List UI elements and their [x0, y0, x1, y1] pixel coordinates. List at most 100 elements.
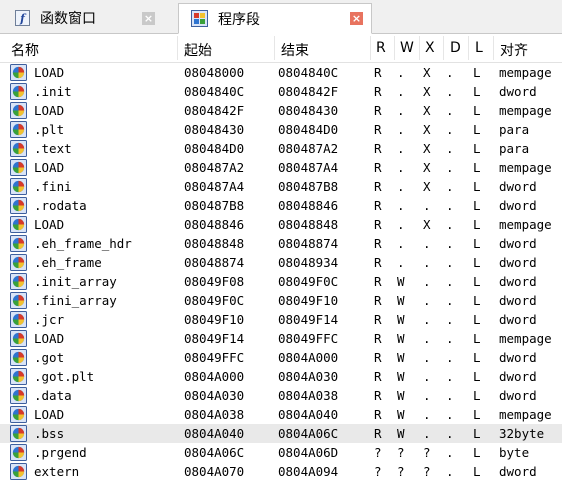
cell-start: 0804A038: [184, 407, 245, 422]
tab-segments[interactable]: 程序段 ×: [178, 3, 372, 34]
cell-d: .: [446, 369, 454, 384]
cell-end: 08049FFC: [278, 331, 339, 346]
column-header-end[interactable]: 结束: [281, 40, 309, 60]
column-divider[interactable]: [468, 36, 469, 60]
table-row[interactable]: .fini 080487A4 080487B8 R. X. Ldword: [0, 177, 562, 196]
cell-name: .data: [34, 388, 72, 403]
cell-d: .: [446, 179, 454, 194]
cell-start: 08048846: [184, 217, 245, 232]
column-header-name[interactable]: 名称: [11, 40, 39, 60]
cell-r: ?: [374, 445, 382, 460]
cell-d: .: [446, 350, 454, 365]
cell-l: L: [473, 103, 481, 118]
cell-start: 08049F10: [184, 312, 245, 327]
close-icon[interactable]: ×: [142, 11, 155, 25]
cell-x: .: [423, 369, 431, 384]
cell-start: 080487A2: [184, 160, 245, 175]
cell-end: 08048874: [278, 236, 339, 251]
segments-table: 名称 起始 结束 R W X D L 对齐 LOAD 08048000 080484…: [0, 34, 562, 481]
table-row[interactable]: .bss 0804A040 0804A06C R W.. L 32byte: [0, 424, 562, 443]
cell-d: .: [446, 65, 454, 80]
cell-d: .: [446, 464, 454, 479]
column-divider[interactable]: [177, 36, 178, 60]
cell-name: .eh_frame_hdr: [34, 236, 132, 251]
cell-end: 080484D0: [278, 122, 339, 137]
cell-align: dword: [499, 236, 537, 251]
column-header-r[interactable]: R: [376, 40, 386, 56]
cell-x: X: [423, 217, 431, 232]
table-row[interactable]: .fini_array 08049F0C 08049F10 R W.. Ldword: [0, 291, 562, 310]
table-row[interactable]: .jcr 08049F10 08049F14 R W.. Ldword: [0, 310, 562, 329]
cell-d: .: [446, 274, 454, 289]
column-header-d[interactable]: D: [450, 40, 461, 56]
cell-l: L: [473, 198, 481, 213]
column-divider[interactable]: [443, 36, 444, 60]
table-row[interactable]: LOAD 0804A038 0804A040 R W.. Lmempage: [0, 405, 562, 424]
cell-l: L: [473, 388, 481, 403]
cell-x: .: [423, 407, 431, 422]
table-row[interactable]: .init 0804840C 0804842F R. X. Ldword: [0, 82, 562, 101]
cell-name: .jcr: [34, 312, 65, 327]
tab-label: 程序段: [218, 11, 260, 28]
column-divider[interactable]: [370, 36, 371, 60]
cell-d: .: [446, 293, 454, 308]
table-row[interactable]: extern 0804A070 0804A094???. Ldword: [0, 462, 562, 481]
cell-end: 08048848: [278, 217, 339, 232]
cell-w: .: [397, 255, 405, 270]
column-divider[interactable]: [419, 36, 420, 60]
cell-name: .fini_array: [34, 293, 117, 308]
cell-align: dword: [499, 464, 537, 479]
cell-x: X: [423, 179, 431, 194]
cell-w: W: [397, 388, 405, 403]
column-divider[interactable]: [274, 36, 275, 60]
table-row[interactable]: LOAD 0804842F 08048430 R. X. Lmempage: [0, 101, 562, 120]
table-row[interactable]: .got.plt 0804A000 0804A030 R W.. Ldword: [0, 367, 562, 386]
table-row[interactable]: LOAD 08049F14 08049FFC R W.. Lmempage: [0, 329, 562, 348]
cell-w: W: [397, 331, 405, 346]
cell-name: .fini: [34, 179, 72, 194]
cell-name: .rodata: [34, 198, 87, 213]
cell-w: W: [397, 350, 405, 365]
cell-w: .: [397, 122, 405, 137]
close-icon[interactable]: ×: [350, 12, 363, 25]
column-divider[interactable]: [394, 36, 395, 60]
table-row[interactable]: LOAD 080487A2 080487A4 R. X. Lmempage: [0, 158, 562, 177]
table-row[interactable]: .eh_frame 08048874 08048934 R... Ldword: [0, 253, 562, 272]
cell-x: .: [423, 198, 431, 213]
cell-x: .: [423, 331, 431, 346]
column-header-align[interactable]: 对齐: [500, 40, 528, 60]
cell-x: X: [423, 141, 431, 156]
table-row[interactable]: .rodata 080487B8 08048846 R... Ldword: [0, 196, 562, 215]
table-row[interactable]: .plt 08048430 080484D0 R. X. Lpara: [0, 120, 562, 139]
cell-r: R: [374, 312, 382, 327]
cell-end: 0804842F: [278, 84, 339, 99]
cell-name: LOAD: [34, 217, 65, 232]
cell-r: R: [374, 388, 382, 403]
cell-w: .: [397, 141, 405, 156]
column-header-l[interactable]: L: [475, 40, 483, 56]
column-divider[interactable]: [493, 36, 494, 60]
table-row[interactable]: .init_array 08049F08 08049F0C R W.. Ldword: [0, 272, 562, 291]
cell-d: .: [446, 312, 454, 327]
cell-l: L: [473, 464, 481, 479]
table-row[interactable]: LOAD 08048000 0804840C R. X. Lmempage: [0, 63, 562, 82]
cell-name: LOAD: [34, 103, 65, 118]
cell-end: 080487A2: [278, 141, 339, 156]
column-header-w[interactable]: W: [400, 40, 414, 56]
cell-start: 08049F08: [184, 274, 245, 289]
table-row[interactable]: .prgend 0804A06C 0804A06D???. Lbyte: [0, 443, 562, 462]
cell-end: 0804A06C: [278, 426, 339, 441]
cell-start: 08049F0C: [184, 293, 245, 308]
cell-d: .: [446, 388, 454, 403]
table-row[interactable]: .eh_frame_hdr 08048848 08048874 R... Ldword: [0, 234, 562, 253]
table-row[interactable]: .data 0804A030 0804A038 R W.. Ldword: [0, 386, 562, 405]
tab-functions[interactable]: f 函数窗口 ×: [3, 3, 163, 33]
table-row[interactable]: .text 080484D0 080487A2 R. X. Lpara: [0, 139, 562, 158]
cell-w: ?: [397, 464, 405, 479]
column-header-start[interactable]: 起始: [184, 40, 212, 60]
column-header-x[interactable]: X: [425, 40, 435, 56]
cell-start: 08048874: [184, 255, 245, 270]
cell-w: .: [397, 103, 405, 118]
table-row[interactable]: .got 08049FFC 0804A000 R W.. Ldword: [0, 348, 562, 367]
table-row[interactable]: LOAD 08048846 08048848 R. X. Lmempage: [0, 215, 562, 234]
